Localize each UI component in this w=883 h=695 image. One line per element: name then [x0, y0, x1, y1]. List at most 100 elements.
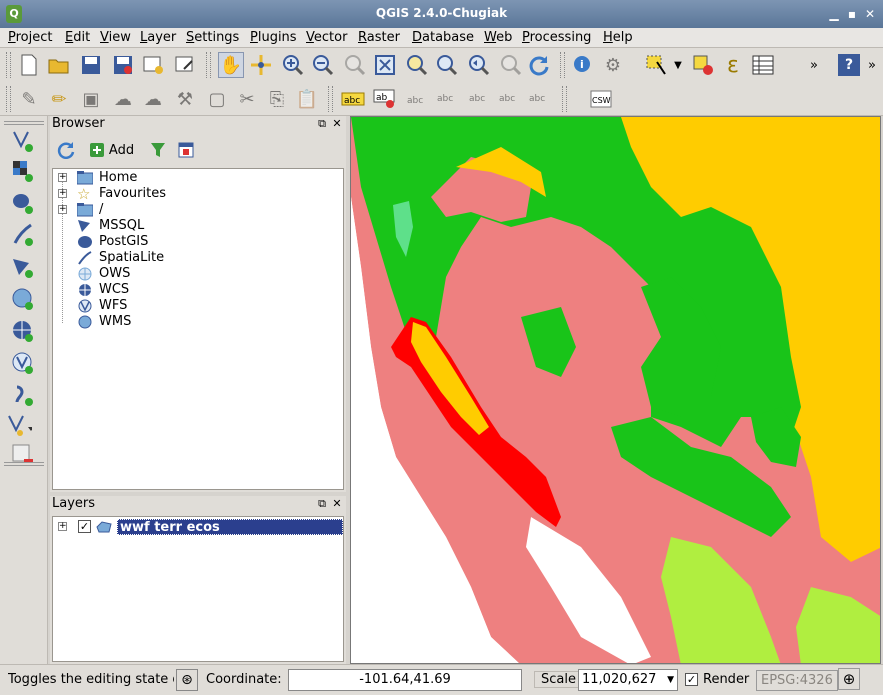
menu-edit[interactable]: Edit [65, 29, 90, 46]
refresh-icon[interactable] [526, 52, 552, 78]
add-wcs-layer-icon[interactable] [10, 318, 36, 344]
eye-icon[interactable]: abc [434, 86, 460, 112]
move-label-icon[interactable]: abc [466, 86, 492, 112]
save-as-icon[interactable] [110, 52, 136, 78]
chevron-down-icon[interactable]: ▼ [667, 670, 674, 690]
menu-raster[interactable]: Raster [358, 29, 400, 46]
zoom-out-icon[interactable] [310, 52, 336, 78]
browser-item-wcs[interactable]: WCS [53, 282, 343, 298]
close-panel-icon[interactable]: ✕ [331, 117, 343, 131]
menu-project[interactable]: Project [8, 29, 53, 46]
new-project-icon[interactable] [16, 52, 42, 78]
attribute-table-icon[interactable] [750, 52, 776, 78]
toolbar-grip[interactable] [328, 86, 333, 112]
menu-layer[interactable]: Layer [140, 29, 176, 46]
zoom-actual-size-icon[interactable] [342, 52, 368, 78]
zoom-full-icon[interactable] [372, 52, 398, 78]
run-feature-action-icon[interactable]: ⚙ [600, 52, 626, 78]
menu-view[interactable]: View [100, 29, 131, 46]
float-panel-icon[interactable]: ⧉ [316, 117, 328, 131]
pin-labels-icon[interactable]: ab [372, 86, 398, 112]
new-print-composer-icon[interactable] [140, 52, 166, 78]
zoom-to-selection-icon[interactable] [434, 52, 460, 78]
composer-manager-icon[interactable] [172, 52, 198, 78]
new-shapefile-layer-icon[interactable] [6, 412, 32, 438]
csw-icon[interactable]: CSW [588, 86, 614, 112]
browser-item-postgis[interactable]: PostGIS [53, 234, 343, 250]
layer-item[interactable]: ✓ wwf terr ecos [75, 519, 343, 535]
zoom-last-icon[interactable] [466, 52, 492, 78]
delete-selected-icon[interactable]: ▢ [204, 86, 230, 112]
coordinate-field[interactable]: -101.64,41.69 [288, 669, 522, 691]
expand-icon[interactable]: + [58, 189, 67, 198]
browser-item-wms[interactable]: WMS [53, 314, 343, 330]
close-button[interactable]: ✕ [862, 6, 878, 22]
current-edits-icon[interactable]: ✎ [16, 86, 42, 112]
add-postgis-layer-icon[interactable] [10, 190, 36, 216]
add-layer-button[interactable]: Add [86, 138, 138, 162]
float-panel-icon[interactable]: ⧉ [316, 497, 328, 511]
toolbar-grip[interactable] [4, 121, 44, 125]
browser-item-mssql[interactable]: MSSQL [53, 218, 343, 234]
zoom-to-layer-icon[interactable] [404, 52, 430, 78]
label-icon[interactable]: abc [340, 86, 366, 112]
add-vector-layer-icon[interactable] [10, 128, 36, 154]
move-feature-icon[interactable]: ☁ [140, 86, 166, 112]
menu-help[interactable]: Help [603, 29, 633, 46]
render-checkbox[interactable]: ✓ [685, 673, 698, 686]
expand-icon[interactable]: + [58, 522, 67, 531]
zoom-in-icon[interactable] [280, 52, 306, 78]
menu-web[interactable]: Web [484, 29, 512, 46]
browser-item-ows[interactable]: OWS [53, 266, 343, 282]
toggle-editing-icon[interactable]: ✏ [46, 86, 72, 112]
help-icon[interactable]: ? [838, 54, 860, 76]
menu-database[interactable]: Database [412, 29, 474, 46]
node-tool-icon[interactable]: ⚒ [172, 86, 198, 112]
menu-settings[interactable]: Settings [186, 29, 239, 46]
toolbar-grip[interactable] [562, 86, 567, 112]
show-hide-labels-icon[interactable]: abc [404, 86, 430, 112]
toolbar-grip[interactable] [6, 86, 11, 112]
filter-icon[interactable] [146, 138, 170, 162]
toolbar-grip[interactable] [6, 52, 11, 78]
save-project-icon[interactable] [78, 52, 104, 78]
toolbar-grip[interactable] [206, 52, 211, 78]
expression-select-icon[interactable]: ε [720, 52, 746, 78]
copy-features-icon[interactable]: ⎘ [264, 86, 290, 112]
browser-item-wfs[interactable]: WFS [53, 298, 343, 314]
expand-icon[interactable]: + [58, 205, 67, 214]
add-feature-icon[interactable]: ☁ [110, 86, 136, 112]
scale-combo[interactable]: 11,020,627 ▼ [578, 669, 678, 691]
add-spatialite-layer-icon[interactable] [10, 222, 36, 248]
maximize-button[interactable]: ▪ [844, 6, 860, 22]
deselect-features-icon[interactable] [690, 52, 716, 78]
browser-item-root[interactable]: + / [53, 202, 343, 218]
log-messages-icon[interactable]: ⊕ [838, 668, 860, 690]
add-wfs-layer-icon[interactable] [10, 350, 36, 376]
toolbar-grip[interactable] [4, 462, 44, 466]
close-panel-icon[interactable]: ✕ [331, 497, 343, 511]
browser-item-home[interactable]: + Home [53, 170, 343, 186]
add-raster-layer-icon[interactable] [10, 158, 36, 184]
select-features-icon[interactable] [644, 52, 670, 78]
toolbar-grip[interactable] [560, 52, 565, 78]
minimize-button[interactable]: ▁ [826, 6, 842, 22]
collapse-all-icon[interactable] [174, 138, 198, 162]
menu-plugins[interactable]: Plugins [250, 29, 297, 46]
open-project-icon[interactable] [46, 52, 72, 78]
pan-to-selection-icon[interactable] [248, 52, 274, 78]
add-wms-layer-icon[interactable] [10, 286, 36, 312]
add-mssql-layer-icon[interactable] [10, 254, 36, 280]
mouse-icon[interactable]: ⊛ [176, 669, 198, 691]
identify-icon[interactable]: i [570, 52, 596, 78]
browser-item-spatialite[interactable]: SpatiaLite [53, 250, 343, 266]
toolbar-overflow-icon[interactable]: » [806, 52, 822, 78]
cut-features-icon[interactable]: ✂ [234, 86, 260, 112]
menu-vector[interactable]: Vector [306, 29, 347, 46]
menu-processing[interactable]: Processing [522, 29, 591, 46]
change-label-icon[interactable]: abc [526, 86, 552, 112]
refresh-icon[interactable] [54, 138, 78, 162]
expand-icon[interactable]: + [58, 173, 67, 182]
crs-status-button[interactable]: EPSG:4326 [756, 670, 838, 691]
save-edits-icon[interactable]: ▣ [78, 86, 104, 112]
